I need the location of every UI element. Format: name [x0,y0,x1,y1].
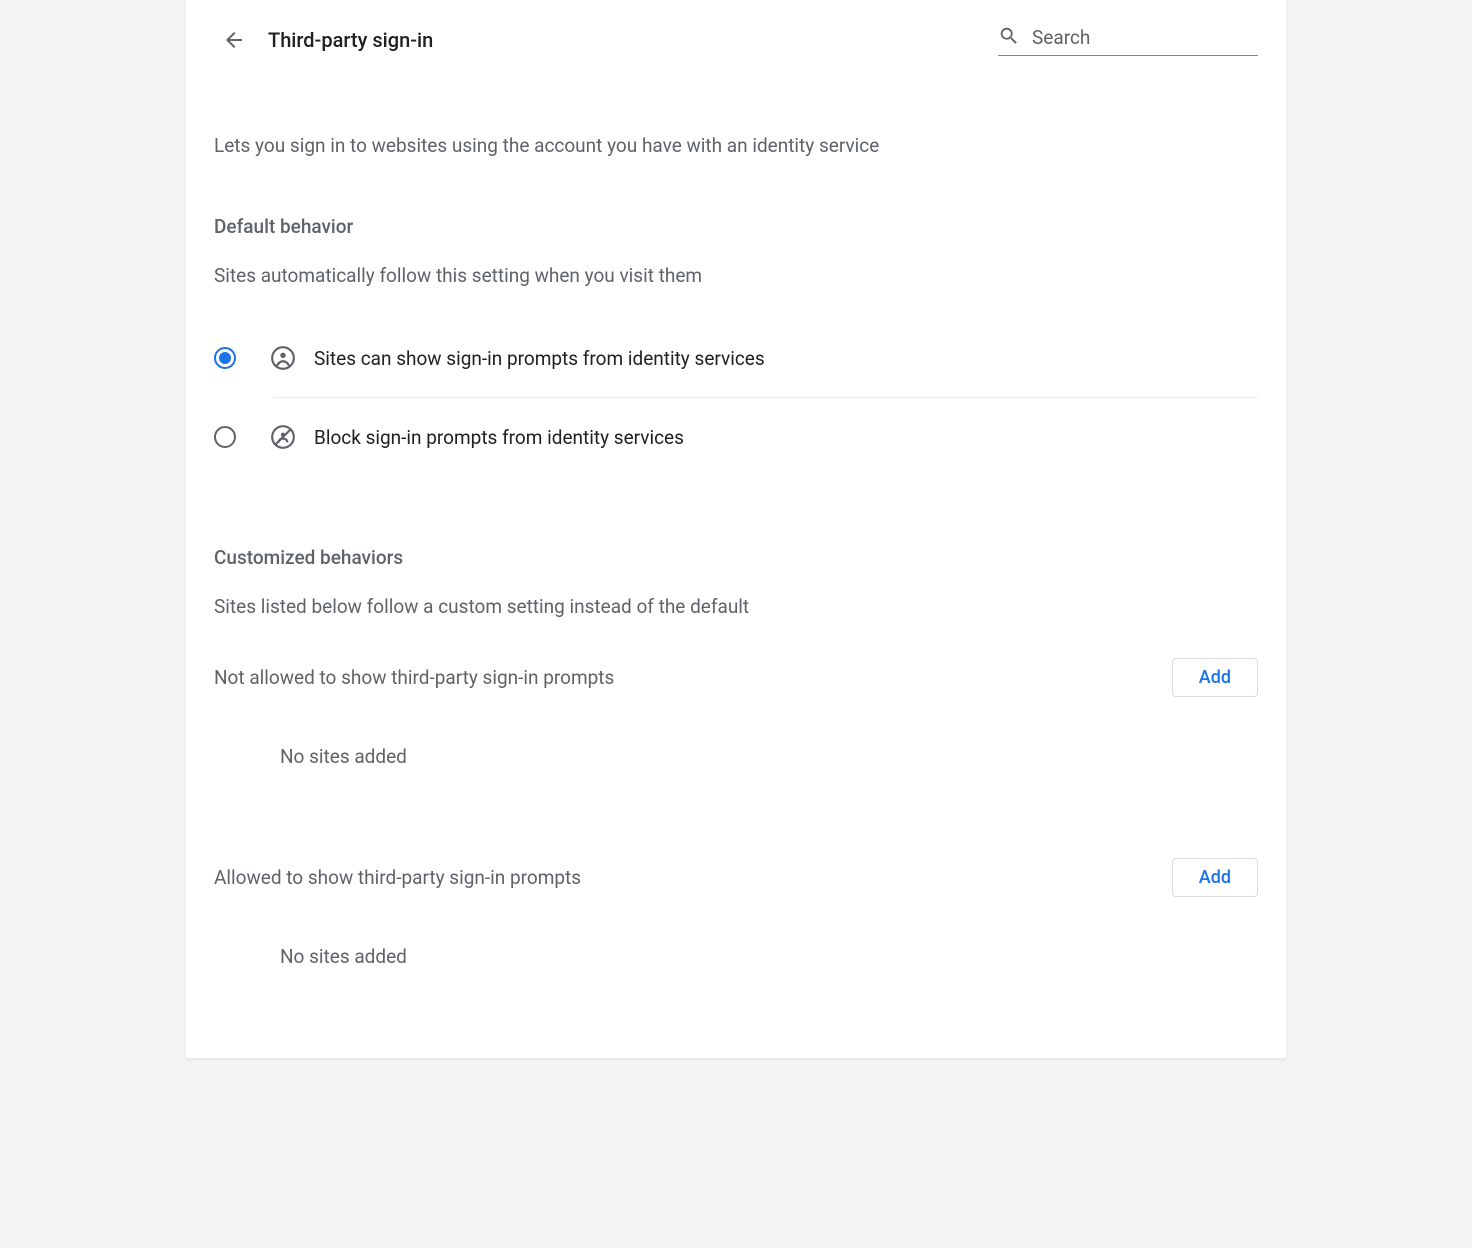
person-circle-icon [270,345,296,371]
search-icon [998,25,1020,51]
header: Third-party sign-in [186,0,1286,68]
radio-option-block[interactable]: Block sign-in prompts from identity serv… [214,398,1258,476]
back-button[interactable] [214,20,254,60]
settings-panel: Third-party sign-in Lets you sign in to … [186,0,1286,1058]
add-allowed-button[interactable]: Add [1172,858,1258,897]
default-behavior-heading: Default behavior [214,215,1258,238]
radio-option-allow[interactable]: Sites can show sign-in prompts from iden… [214,319,1258,397]
allowed-header: Allowed to show third-party sign-in prom… [214,858,1258,897]
intro-text: Lets you sign in to websites using the a… [214,134,1258,157]
block-icon [270,424,296,450]
radio-button[interactable] [214,347,236,369]
not-allowed-header: Not allowed to show third-party sign-in … [214,658,1258,697]
add-not-allowed-button[interactable]: Add [1172,658,1258,697]
radio-group: Sites can show sign-in prompts from iden… [214,319,1258,476]
allowed-empty: No sites added [214,945,1258,968]
radio-button[interactable] [214,426,236,448]
default-behavior-subtext: Sites automatically follow this setting … [214,264,1258,287]
page-title: Third-party sign-in [268,28,433,52]
not-allowed-empty: No sites added [214,745,1258,768]
arrow-back-icon [222,28,246,52]
radio-label: Block sign-in prompts from identity serv… [314,426,684,449]
radio-label: Sites can show sign-in prompts from iden… [314,347,765,370]
customized-heading: Customized behaviors [214,546,1258,569]
not-allowed-title: Not allowed to show third-party sign-in … [214,666,614,689]
search-input[interactable] [1032,26,1277,49]
allowed-title: Allowed to show third-party sign-in prom… [214,866,581,889]
search-field[interactable] [998,25,1258,56]
customized-subtext: Sites listed below follow a custom setti… [214,595,1258,618]
